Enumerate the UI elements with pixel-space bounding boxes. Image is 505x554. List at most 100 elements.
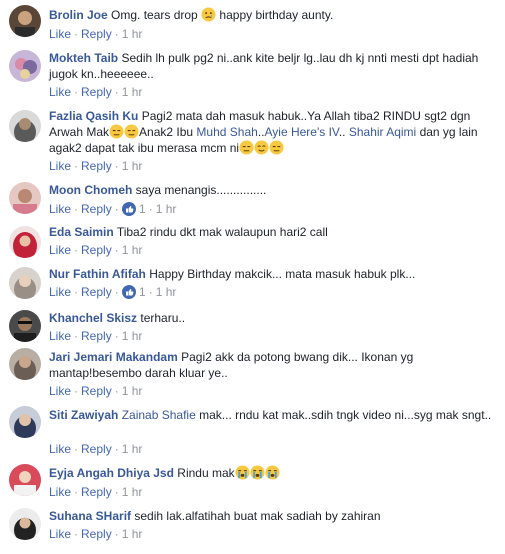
reply-link[interactable]: Reply	[81, 285, 112, 299]
loudly-crying-emoji-icon	[265, 465, 280, 480]
like-link[interactable]: Like	[49, 159, 71, 173]
reply-link[interactable]: Reply	[81, 329, 112, 343]
comment-text: Happy Birthday makcik... mata masuk habu…	[149, 267, 416, 281]
avatar[interactable]	[9, 464, 41, 496]
like-link[interactable]: Like	[49, 527, 71, 541]
timestamp[interactable]: 1 hr	[156, 202, 177, 216]
avatar[interactable]	[9, 508, 41, 540]
like-link[interactable]: Like	[49, 27, 71, 41]
commenter-name[interactable]: Moon Chomeh	[49, 183, 132, 197]
timestamp[interactable]: 1 hr	[122, 159, 143, 173]
comment: Khanchel Skisz terharu.. Like · Reply · 1 hr	[0, 306, 505, 348]
comment-body: Nur Fathin Afifah Happy Birthday makcik.…	[49, 266, 497, 282]
comment-actions: Like · Reply · 1 hr	[49, 527, 143, 541]
comment-body: Eda Saimin Tiba2 rindu dkt mak walaupun …	[49, 224, 497, 240]
avatar[interactable]	[9, 182, 41, 214]
commenter-name[interactable]: Eda Saimin	[49, 225, 114, 239]
avatar[interactable]	[9, 310, 41, 342]
comment-body: Suhana SHarif sedih lak.alfatihah buat m…	[49, 508, 497, 524]
comment-text-continued: happy birthday aunty.	[219, 8, 334, 22]
like-link[interactable]: Like	[49, 85, 71, 99]
reply-link[interactable]: Reply	[81, 202, 112, 216]
timestamp[interactable]: 1 hr	[122, 485, 143, 499]
comment: Jari Jemari Makandam Pagi2 akk da potong…	[0, 348, 505, 406]
reply-link[interactable]: Reply	[81, 159, 112, 173]
comment-body: Moon Chomeh saya menangis...............	[49, 182, 497, 198]
reply-link[interactable]: Reply	[81, 243, 112, 257]
avatar[interactable]	[9, 406, 41, 438]
comment-text: terharu..	[140, 311, 186, 325]
avatar[interactable]	[9, 267, 41, 299]
commenter-name[interactable]: Jari Jemari Makandam	[49, 350, 178, 364]
reaction-count[interactable]: 1	[139, 202, 146, 216]
comment-actions: Like · Reply · 1 hr	[49, 159, 143, 173]
commenter-name[interactable]: Siti Zawiyah	[49, 408, 118, 422]
mention-link[interactable]: Ayie Here's IV	[264, 125, 338, 139]
comment-actions: Like · Reply · 1 hr	[49, 485, 143, 499]
commenter-name[interactable]: Nur Fathin Afifah	[49, 267, 146, 281]
comment-body: Eyja Angah Dhiya Jsd Rindu mak	[49, 465, 497, 481]
reaction-count[interactable]: 1	[139, 285, 146, 299]
timestamp[interactable]: 1 hr	[156, 285, 177, 299]
like-link[interactable]: Like	[49, 485, 71, 499]
like-reaction-icon[interactable]	[121, 202, 136, 216]
comment-actions: Like · Reply · 1 hr	[49, 27, 143, 41]
comment-actions: Like · Reply · 1 hr	[49, 85, 143, 99]
reply-link[interactable]: Reply	[81, 384, 112, 398]
timestamp[interactable]: 1 hr	[122, 27, 143, 41]
sad-emoji-icon	[109, 124, 124, 139]
commenter-name[interactable]: Fazlia Qasih Ku	[49, 109, 138, 123]
reply-link[interactable]: Reply	[81, 27, 112, 41]
comment-body: Brolin Joe Omg. tears drop happy birthda…	[49, 7, 497, 23]
avatar[interactable]	[9, 226, 41, 258]
comment-actions: Like · Reply · 1 hr	[49, 384, 143, 398]
comment-actions: Like · Reply · 1 · 1 hr	[49, 285, 177, 299]
like-link[interactable]: Like	[49, 243, 71, 257]
comment-body: Jari Jemari Makandam Pagi2 akk da potong…	[49, 349, 497, 381]
avatar[interactable]	[9, 50, 41, 82]
reply-link[interactable]: Reply	[81, 485, 112, 499]
sad-emoji-icon	[269, 140, 284, 155]
commenter-name[interactable]: Suhana SHarif	[49, 509, 131, 523]
comment-actions: Like · Reply · 1 · 1 hr	[49, 202, 177, 216]
like-link[interactable]: Like	[49, 285, 71, 299]
comment: Eyja Angah Dhiya Jsd Rindu mak Like · Repl…	[0, 464, 505, 506]
mention-link[interactable]: Zainab Shafie	[122, 408, 196, 422]
comment-text: mak... rndu kat mak..sdih tngk video ni.…	[199, 408, 492, 422]
like-reaction-icon[interactable]	[121, 285, 136, 299]
tearful-emoji-icon	[254, 140, 269, 155]
reply-link[interactable]: Reply	[81, 442, 112, 456]
avatar[interactable]	[9, 348, 41, 380]
comment: Eda Saimin Tiba2 rindu dkt mak walaupun …	[0, 220, 505, 262]
reply-link[interactable]: Reply	[81, 527, 112, 541]
like-link[interactable]: Like	[49, 202, 71, 216]
like-link[interactable]: Like	[49, 329, 71, 343]
avatar[interactable]	[9, 110, 41, 142]
mention-link[interactable]: Muhd Shah	[196, 125, 257, 139]
timestamp[interactable]: 1 hr	[122, 442, 143, 456]
timestamp[interactable]: 1 hr	[122, 243, 143, 257]
commenter-name[interactable]: Mokteh Taib	[49, 51, 118, 65]
comment-text: Rindu mak	[177, 466, 235, 480]
avatar[interactable]	[9, 5, 41, 37]
comment: Siti Zawiyah Zainab Shafie mak... rndu k…	[0, 406, 505, 464]
comment-body: Khanchel Skisz terharu..	[49, 310, 497, 326]
timestamp[interactable]: 1 hr	[122, 384, 143, 398]
comment-body: Siti Zawiyah Zainab Shafie mak... rndu k…	[49, 407, 497, 423]
comment-body: Fazlia Qasih Ku Pagi2 mata dah masuk hab…	[49, 109, 478, 155]
commenter-name[interactable]: Brolin Joe	[49, 8, 108, 22]
commenter-name[interactable]: Khanchel Skisz	[49, 311, 137, 325]
timestamp[interactable]: 1 hr	[122, 85, 143, 99]
like-link[interactable]: Like	[49, 442, 71, 456]
commenter-name[interactable]: Eyja Angah Dhiya Jsd	[49, 466, 174, 480]
timestamp[interactable]: 1 hr	[122, 329, 143, 343]
like-link[interactable]: Like	[49, 384, 71, 398]
comment: Moon Chomeh saya menangis...............…	[0, 176, 505, 220]
loudly-crying-emoji-icon	[250, 465, 265, 480]
reply-link[interactable]: Reply	[81, 85, 112, 99]
comment-actions: Like · Reply · 1 hr	[49, 243, 143, 257]
comment-body: Mokteh Taib Sedih lh pulk pg2 ni..ank ki…	[49, 50, 497, 82]
comment: Brolin Joe Omg. tears drop happy birthda…	[0, 0, 505, 44]
mention-link[interactable]: Shahir Aqimi	[349, 125, 416, 139]
timestamp[interactable]: 1 hr	[122, 527, 143, 541]
